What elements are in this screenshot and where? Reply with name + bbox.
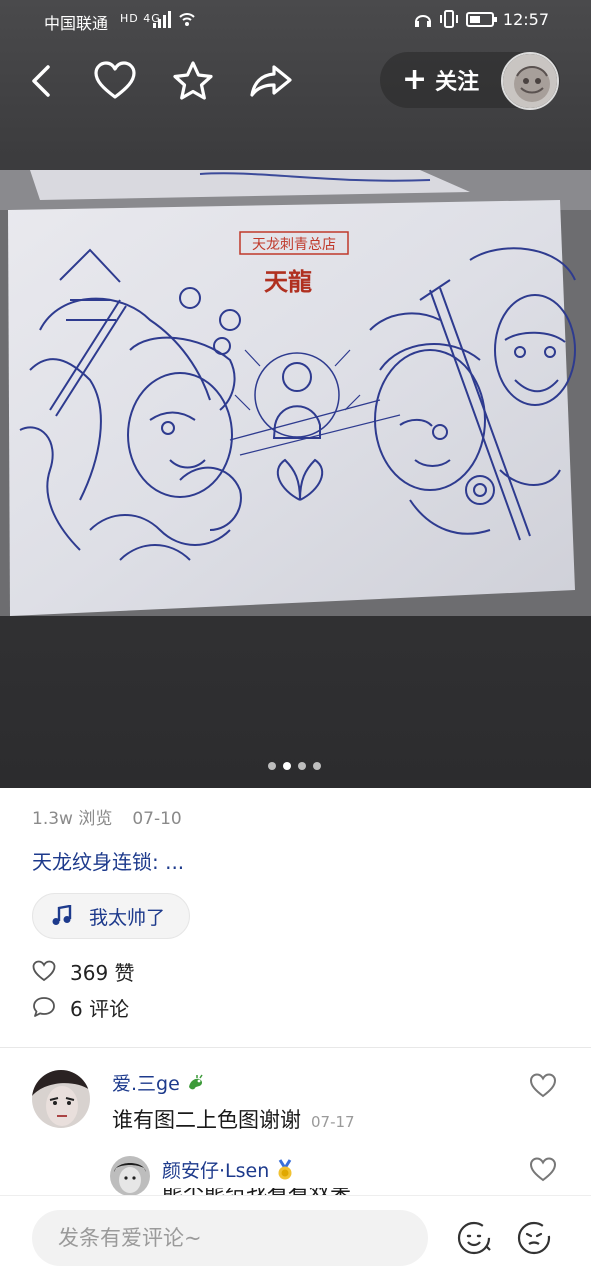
image-sign-text: 天龙刺青总店 [252, 237, 336, 253]
signal-icon [153, 11, 171, 28]
mention-face-icon[interactable] [456, 1220, 492, 1256]
music-note-icon [52, 905, 72, 925]
image-pager [268, 762, 321, 770]
music-chip[interactable]: 我太帅了 [32, 893, 191, 939]
media-viewer[interactable]: 天龙刺青总店 天龍 中国联通 HD 4G 12:57 + 关注 [0, 0, 591, 788]
view-count: 1.3w 浏览 [32, 809, 113, 829]
avatar-image [110, 1156, 150, 1196]
image-calligraphy-text: 天龍 [264, 267, 312, 296]
post-date: 07-10 [132, 809, 182, 829]
replier-avatar[interactable] [110, 1156, 150, 1196]
comments-row[interactable]: 6 评论 [32, 993, 129, 1021]
pager-dot-active[interactable] [283, 762, 291, 770]
heart-icon [94, 61, 136, 99]
follow-button[interactable]: + 关注 [402, 64, 479, 96]
bottom-comment-bar [0, 1195, 591, 1280]
back-icon [32, 65, 50, 97]
commenter-name[interactable]: 爱.三ge [112, 1069, 206, 1096]
pager-dot[interactable] [298, 762, 306, 770]
clock: 12:57 [502, 10, 549, 29]
comment-input[interactable] [32, 1210, 428, 1266]
comment-bubble-icon [33, 997, 55, 1017]
pager-dot[interactable] [268, 762, 276, 770]
commenter-name-text: 爱.三ge [112, 1073, 180, 1095]
post-meta: 1.3w 浏览 07-10 [32, 804, 182, 829]
music-title: 我太帅了 [89, 906, 166, 929]
follow-label: 关注 [435, 70, 480, 95]
dragon-emoji-icon [188, 1074, 203, 1090]
likes-count: 369 赞 [70, 960, 135, 985]
reply-like-icon[interactable] [528, 1154, 558, 1184]
post-photo[interactable]: 天龙刺青总店 天龍 [0, 170, 591, 616]
author-avatar[interactable] [501, 52, 559, 110]
share-button[interactable] [248, 58, 294, 104]
replier-name-text: 颜安仔·Lsen [162, 1160, 270, 1182]
comment-like-icon[interactable] [528, 1070, 558, 1100]
post-title[interactable]: 天龙纹身连锁: ... [32, 846, 184, 875]
commenter-avatar[interactable] [32, 1070, 90, 1128]
avatar-image [503, 54, 557, 108]
status-bar: 中国联通 HD 4G 12:57 [0, 0, 591, 40]
heart-outline-icon [32, 960, 56, 982]
comment-date: 07-17 [311, 1113, 355, 1131]
avatar-image [32, 1070, 90, 1128]
comments-count: 6 评论 [70, 996, 130, 1021]
replier-name[interactable]: 颜安仔·Lsen [162, 1156, 295, 1183]
medal-emoji-icon [278, 1159, 292, 1180]
emoji-face-icon[interactable] [516, 1220, 552, 1256]
comment-text[interactable]: 谁有图二上色图谢谢 07-17 [112, 1104, 355, 1134]
likes-row[interactable]: 369 赞 [32, 957, 135, 985]
plus-icon: + [402, 62, 428, 97]
back-button[interactable] [20, 58, 66, 104]
comment-body: 谁有图二上色图谢谢 [112, 1108, 301, 1132]
like-button[interactable] [92, 58, 138, 104]
star-icon [173, 61, 213, 100]
carrier-name: 中国联通 [44, 14, 109, 33]
headphones-icon [415, 15, 431, 27]
pager-dot[interactable] [313, 762, 321, 770]
vibrate-icon [440, 10, 458, 28]
wifi-icon [179, 13, 195, 26]
favorite-button[interactable] [170, 58, 216, 104]
share-icon [250, 65, 292, 97]
battery-icon [466, 12, 497, 27]
section-divider [0, 1047, 591, 1048]
